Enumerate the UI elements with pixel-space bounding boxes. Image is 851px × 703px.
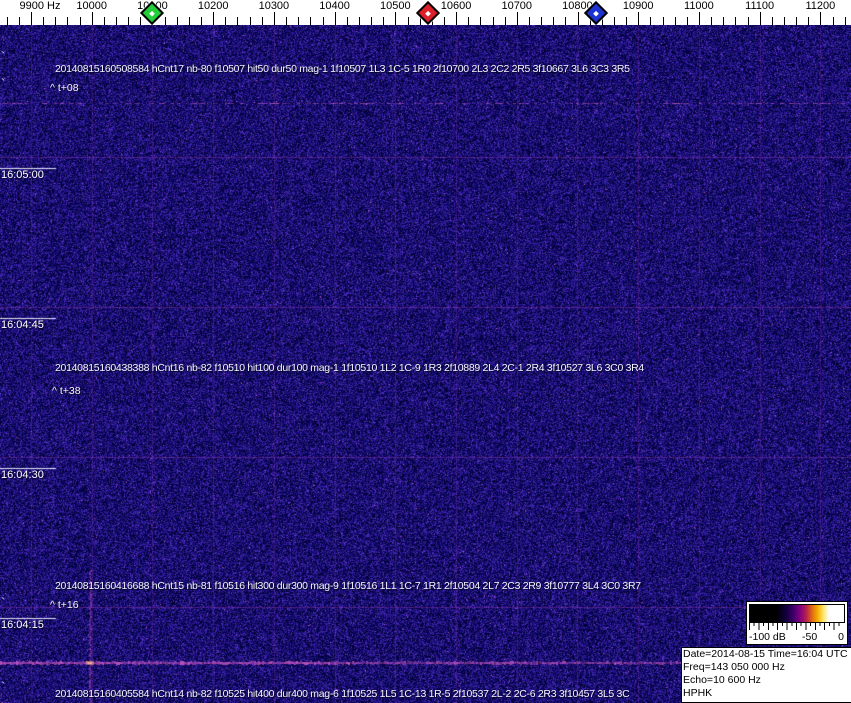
ruler-tick <box>723 17 724 25</box>
ruler-label: 11000 <box>684 0 714 12</box>
ruler-tick <box>31 12 32 25</box>
ruler-tick <box>675 17 676 25</box>
ruler-label: 11200 <box>805 0 835 12</box>
ruler-label: 9900 Hz <box>20 0 61 12</box>
info-station-id: HPHK <box>683 687 851 700</box>
ruler-tick <box>104 17 105 25</box>
legend-label-max: 0 <box>838 632 844 643</box>
ruler-tick <box>772 17 773 25</box>
ruler-tick <box>517 12 518 25</box>
ruler-tick <box>80 17 81 25</box>
ruler-tick <box>19 17 20 25</box>
ruler-tick <box>395 12 396 25</box>
ruler-tick <box>699 12 700 25</box>
ruler-tick <box>177 17 178 25</box>
ruler-tick <box>468 17 469 25</box>
ruler-tick <box>553 17 554 25</box>
ruler-tick <box>784 17 785 25</box>
legend-label-mid: -50 <box>802 632 817 643</box>
ruler-tick <box>371 17 372 25</box>
ruler-tick <box>480 17 481 25</box>
ruler-label: 10300 <box>259 0 290 12</box>
color-scale-ticks <box>749 622 843 630</box>
ruler-tick <box>796 17 797 25</box>
ruler-label: 10700 <box>501 0 532 12</box>
ruler-label: 10500 <box>380 0 411 12</box>
ruler-tick <box>735 17 736 25</box>
ruler-tick <box>262 17 263 25</box>
ruler-label: 10900 <box>623 0 654 12</box>
ruler-tick <box>92 12 93 25</box>
ruler-tick <box>359 17 360 25</box>
marker-center-dot <box>149 10 155 16</box>
ruler-tick <box>456 12 457 25</box>
ruler-tick <box>687 17 688 25</box>
ruler-tick <box>116 17 117 25</box>
ruler-tick <box>7 17 8 25</box>
ruler-label: 10400 <box>319 0 350 12</box>
ruler-tick <box>43 17 44 25</box>
ruler-tick <box>808 17 809 25</box>
ruler-tick <box>55 17 56 25</box>
ruler-tick <box>140 17 141 25</box>
info-date-time: Date=2014-08-15 Time=16:04 UTC <box>683 648 851 661</box>
ruler-tick <box>335 12 336 25</box>
ruler-tick <box>626 17 627 25</box>
ruler-tick <box>578 12 579 25</box>
ruler-tick <box>274 12 275 25</box>
ruler-tick <box>225 17 226 25</box>
ruler-tick <box>310 17 311 25</box>
ruler-tick <box>298 17 299 25</box>
ruler-tick <box>541 17 542 25</box>
ruler-tick <box>323 17 324 25</box>
ruler-tick <box>213 12 214 25</box>
ruler-tick <box>128 17 129 25</box>
ruler-tick <box>383 17 384 25</box>
ruler-tick <box>748 17 749 25</box>
ruler-tick <box>347 17 348 25</box>
ruler-tick <box>493 17 494 25</box>
ruler-tick <box>67 17 68 25</box>
ruler-tick <box>760 12 761 25</box>
ruler-tick <box>189 17 190 25</box>
ruler-tick <box>408 17 409 25</box>
ruler-tick <box>845 17 846 25</box>
color-scale-legend: -100 dB -50 0 <box>746 601 848 645</box>
ruler-tick <box>833 17 834 25</box>
ruler-tick <box>286 17 287 25</box>
ruler-tick <box>638 12 639 25</box>
ruler-tick <box>711 17 712 25</box>
legend-label-min: -100 dB <box>749 632 786 643</box>
ruler-tick <box>529 17 530 25</box>
spectrum-lab-window: 9900 Hz100001010010200103001040010500106… <box>0 0 851 703</box>
ruler-tick <box>237 17 238 25</box>
ruler-label: 10200 <box>198 0 229 12</box>
ruler-tick <box>650 17 651 25</box>
ruler-tick <box>663 17 664 25</box>
info-echo: Echo=10 600 Hz <box>683 674 851 687</box>
ruler-tick <box>505 17 506 25</box>
info-box: Date=2014-08-15 Time=16:04 UTC Freq=143 … <box>681 647 851 703</box>
ruler-tick <box>565 17 566 25</box>
ruler-tick <box>820 12 821 25</box>
ruler-tick <box>444 17 445 25</box>
marker-center-dot <box>593 10 599 16</box>
ruler-tick <box>250 17 251 25</box>
ruler-label: 10000 <box>76 0 107 12</box>
ruler-label: 11100 <box>745 0 774 12</box>
marker-center-dot <box>425 10 431 16</box>
info-frequency: Freq=143 050 000 Hz <box>683 661 851 674</box>
frequency-ruler[interactable]: 9900 Hz100001010010200103001040010500106… <box>0 0 851 25</box>
ruler-tick <box>165 17 166 25</box>
ruler-tick <box>614 17 615 25</box>
waterfall-canvas[interactable] <box>0 25 851 703</box>
color-scale-gradient[interactable] <box>749 604 845 623</box>
ruler-label: 10600 <box>441 0 472 12</box>
ruler-tick <box>201 17 202 25</box>
